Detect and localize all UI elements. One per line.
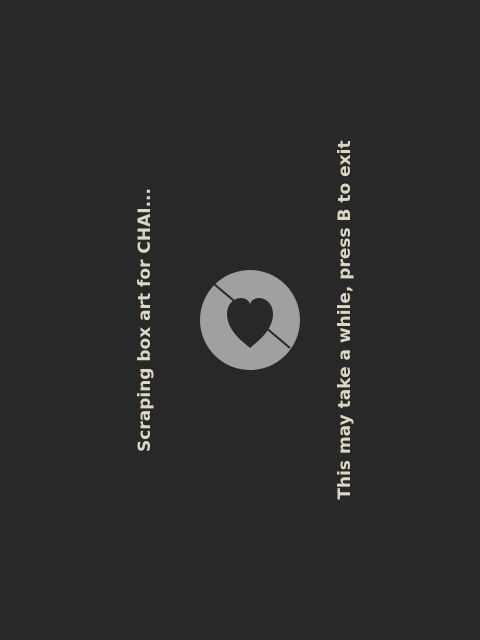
heart-badge-icon — [200, 270, 300, 370]
scraping-status-text: Scraping box art for CHAI... — [135, 188, 155, 452]
loading-screen: Scraping box art for CHAI... This may ta… — [0, 0, 480, 640]
exit-hint-text: This may take a while, press B to exit — [335, 140, 355, 500]
